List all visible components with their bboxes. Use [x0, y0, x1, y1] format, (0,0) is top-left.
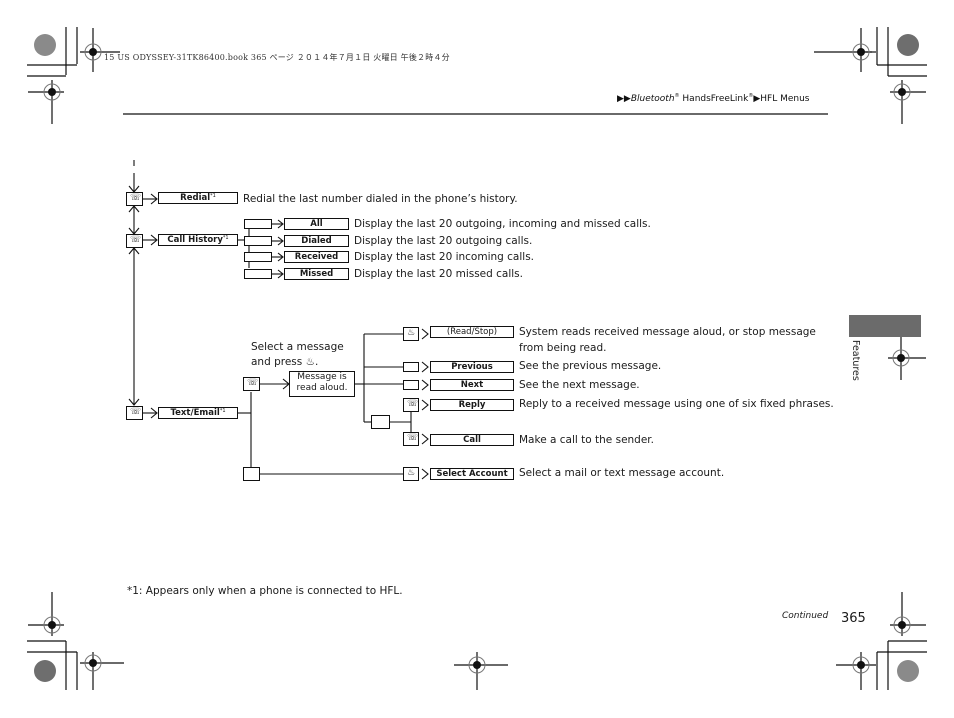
redial-description: Redial the last number dialed in the pho…	[243, 193, 518, 205]
print-dot	[897, 34, 919, 56]
print-dot	[897, 660, 919, 682]
menu-text-email[interactable]: Text/Email*1	[158, 407, 238, 419]
menu-call-history-received[interactable]: Received	[284, 251, 349, 263]
read-stop-description: System reads received message aloud, or …	[519, 326, 816, 354]
page-number: 365	[841, 611, 866, 626]
call-description: Make a call to the sender.	[519, 434, 654, 446]
phone-button-icon: ☏	[126, 406, 143, 420]
call-history-all-description: Display the last 20 outgoing, incoming a…	[354, 218, 651, 230]
call-history-dialed-description: Display the last 20 outgoing calls.	[354, 235, 533, 247]
menu-read-stop[interactable]: (Read/Stop)	[430, 326, 514, 338]
phone-button-icon: ☏	[126, 234, 143, 248]
call-history-missed-description: Display the last 20 missed calls.	[354, 268, 523, 280]
print-dot	[34, 34, 56, 56]
continued-label: Continued	[782, 611, 829, 621]
scroll-knob-icon	[244, 236, 272, 246]
menu-reply[interactable]: Reply	[430, 399, 514, 411]
phone-button-icon: ☏	[403, 432, 419, 446]
phone-button-icon: ☏	[403, 398, 419, 412]
menu-select-account[interactable]: Select Account	[430, 468, 514, 480]
previous-description: See the previous message.	[519, 360, 662, 372]
select-message-instruction: Select a message	[251, 341, 344, 353]
menu-previous[interactable]: Previous	[430, 361, 514, 373]
scroll-right-icon	[403, 380, 419, 390]
reply-description: Reply to a received message using one of…	[519, 398, 834, 410]
menu-call-history-dialed[interactable]: Dialed	[284, 235, 349, 247]
phone-button-icon: ☏	[243, 377, 260, 391]
next-description: See the next message.	[519, 379, 640, 391]
press-instruction: and press ♨.	[251, 356, 319, 368]
voice-knob-icon: ♨	[305, 356, 316, 368]
message-read-aloud-box: Message is read aloud.	[289, 371, 355, 397]
footnote: *1: Appears only when a phone is connect…	[127, 585, 403, 597]
call-history-received-description: Display the last 20 incoming calls.	[354, 251, 535, 263]
print-dot	[34, 660, 56, 682]
menu-redial[interactable]: Redial*1	[158, 192, 238, 204]
section-tab[interactable]	[849, 315, 921, 337]
voice-knob-icon: ♨	[403, 327, 419, 341]
menu-call-history-missed[interactable]: Missed	[284, 268, 349, 280]
menu-next[interactable]: Next	[430, 379, 514, 391]
menu-call-history[interactable]: Call History*1	[158, 234, 238, 246]
scroll-knob-icon	[244, 252, 272, 262]
menu-call-history-all[interactable]: All	[284, 218, 349, 230]
scroll-knob-icon	[244, 269, 272, 279]
scroll-left-icon	[403, 362, 419, 372]
section-tab-label: Features	[850, 340, 861, 381]
voice-knob-icon: ♨	[403, 467, 419, 481]
menu-call[interactable]: Call	[430, 434, 514, 446]
selector-knob-icon	[243, 467, 260, 481]
scroll-knob-icon	[244, 219, 272, 229]
selector-knob-icon	[371, 415, 390, 429]
phone-button-icon: ☏	[126, 192, 143, 206]
select-account-description: Select a mail or text message account.	[519, 467, 725, 479]
